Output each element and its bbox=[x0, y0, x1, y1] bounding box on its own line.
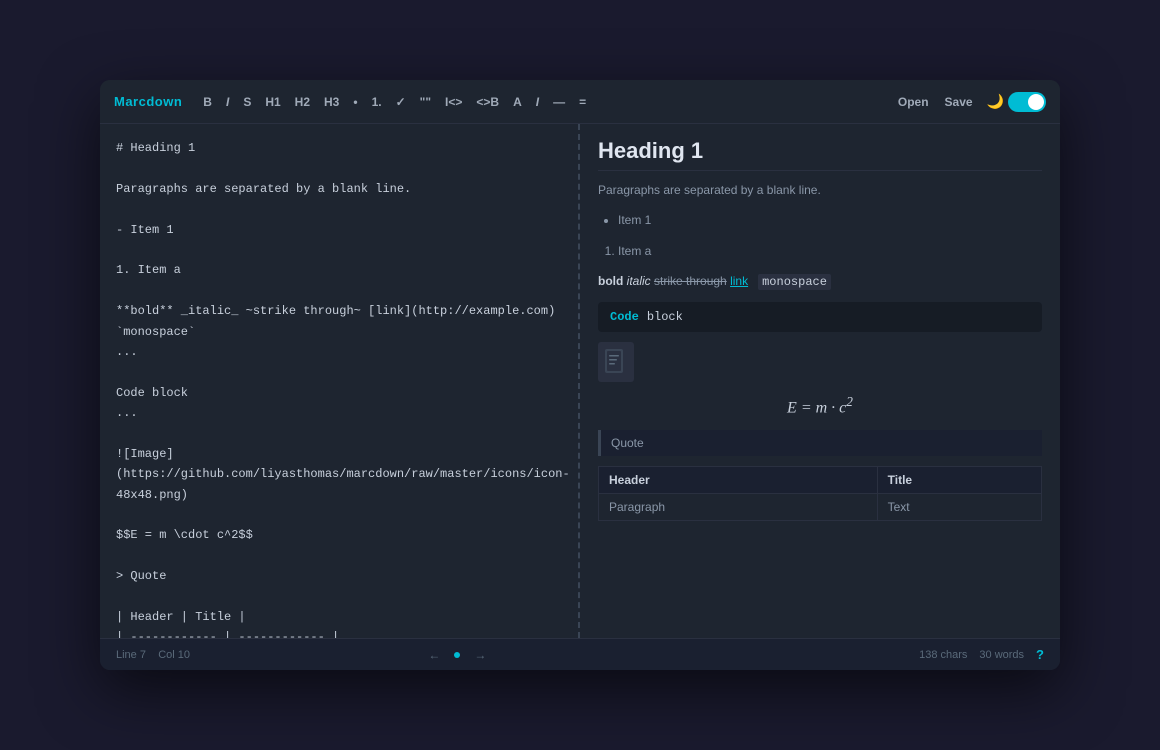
hr-button[interactable]: — bbox=[546, 92, 572, 112]
preview-paragraph: Paragraphs are separated by a blank line… bbox=[598, 181, 1042, 200]
preview-code-block: Code block bbox=[598, 302, 1042, 332]
preview-code-text: block bbox=[647, 310, 683, 324]
preview-ordered-list: Item a bbox=[618, 241, 1042, 261]
nav-prev-button[interactable]: ← bbox=[424, 646, 444, 664]
table-header-row: Header Title bbox=[599, 466, 1042, 493]
nav-next-button[interactable]: → bbox=[470, 646, 490, 664]
preview-heading: Heading 1 bbox=[598, 138, 1042, 171]
status-nav: ← → bbox=[424, 646, 490, 664]
status-right: 138 chars 30 words ? bbox=[919, 647, 1044, 662]
link-button[interactable]: A bbox=[506, 92, 529, 112]
preview-strike: strike through bbox=[654, 274, 727, 288]
quote-button[interactable]: "" bbox=[413, 92, 438, 112]
image-button[interactable]: I bbox=[529, 92, 546, 112]
code-block-button[interactable]: <>B bbox=[469, 92, 506, 112]
preview-quote: Quote bbox=[598, 430, 1042, 456]
status-position: Line 7 Col 10 bbox=[116, 649, 190, 661]
main-area: # Heading 1 Paragraphs are separated by … bbox=[100, 124, 1060, 638]
status-words: 30 words bbox=[979, 649, 1024, 661]
help-button[interactable]: ? bbox=[1036, 647, 1044, 662]
save-button[interactable]: Save bbox=[937, 91, 981, 113]
h3-button[interactable]: H3 bbox=[317, 92, 346, 112]
preview-math: E = m · c2 bbox=[598, 394, 1042, 417]
preview-bullet-item: Item 1 bbox=[618, 210, 1042, 230]
bold-button[interactable]: B bbox=[196, 92, 219, 112]
app-brand: Marcdown bbox=[114, 94, 182, 109]
status-chars: 138 chars bbox=[919, 649, 967, 661]
preview-bold: bold bbox=[598, 274, 623, 288]
open-button[interactable]: Open bbox=[890, 91, 937, 113]
preview-bullet-list: Item 1 bbox=[618, 210, 1042, 230]
strikethrough-button[interactable]: S bbox=[236, 92, 258, 112]
status-dot bbox=[454, 652, 460, 658]
status-bar: Line 7 Col 10 ← → 138 chars 30 words ? bbox=[100, 638, 1060, 670]
preview-image-icon bbox=[598, 342, 634, 382]
preview-link: link bbox=[730, 274, 748, 288]
bullet-button[interactable]: • bbox=[346, 92, 364, 112]
status-col: Col 10 bbox=[158, 649, 190, 661]
math-button[interactable]: = bbox=[572, 92, 593, 112]
ordered-list-button[interactable]: 1. bbox=[365, 92, 389, 112]
inline-code-button[interactable]: I<> bbox=[438, 92, 469, 112]
status-line: Line 7 bbox=[116, 649, 146, 661]
theme-icon[interactable]: 🌙 bbox=[987, 93, 1004, 110]
preview-pane: Heading 1 Paragraphs are separated by a … bbox=[580, 124, 1060, 638]
checklist-button[interactable]: ✓ bbox=[389, 92, 413, 112]
table-row: Paragraph Text bbox=[599, 493, 1042, 520]
h1-button[interactable]: H1 bbox=[258, 92, 287, 112]
preview-italic: italic bbox=[627, 274, 651, 288]
table-cell-text: Text bbox=[877, 493, 1041, 520]
preview-inline: bold italic strike through link monospac… bbox=[598, 271, 1042, 292]
editor-pane: # Heading 1 Paragraphs are separated by … bbox=[100, 124, 580, 638]
app-window: Marcdown B I S H1 H2 H3 • 1. ✓ "" I<> <>… bbox=[100, 80, 1060, 670]
table-header-title: Title bbox=[877, 466, 1041, 493]
h2-button[interactable]: H2 bbox=[288, 92, 317, 112]
preview-image bbox=[598, 342, 1042, 382]
table-cell-paragraph: Paragraph bbox=[599, 493, 878, 520]
toggle-knob bbox=[1028, 94, 1044, 110]
editor-content[interactable]: # Heading 1 Paragraphs are separated by … bbox=[100, 124, 578, 638]
italic-button[interactable]: I bbox=[219, 92, 236, 112]
preview-ordered-item: Item a bbox=[618, 241, 1042, 261]
theme-toggle[interactable] bbox=[1008, 92, 1046, 112]
preview-code-keyword: Code bbox=[610, 310, 639, 324]
preview-table: Header Title Paragraph Text bbox=[598, 466, 1042, 521]
toolbar: Marcdown B I S H1 H2 H3 • 1. ✓ "" I<> <>… bbox=[100, 80, 1060, 124]
table-header-header: Header bbox=[599, 466, 878, 493]
preview-mono: monospace bbox=[758, 274, 831, 290]
